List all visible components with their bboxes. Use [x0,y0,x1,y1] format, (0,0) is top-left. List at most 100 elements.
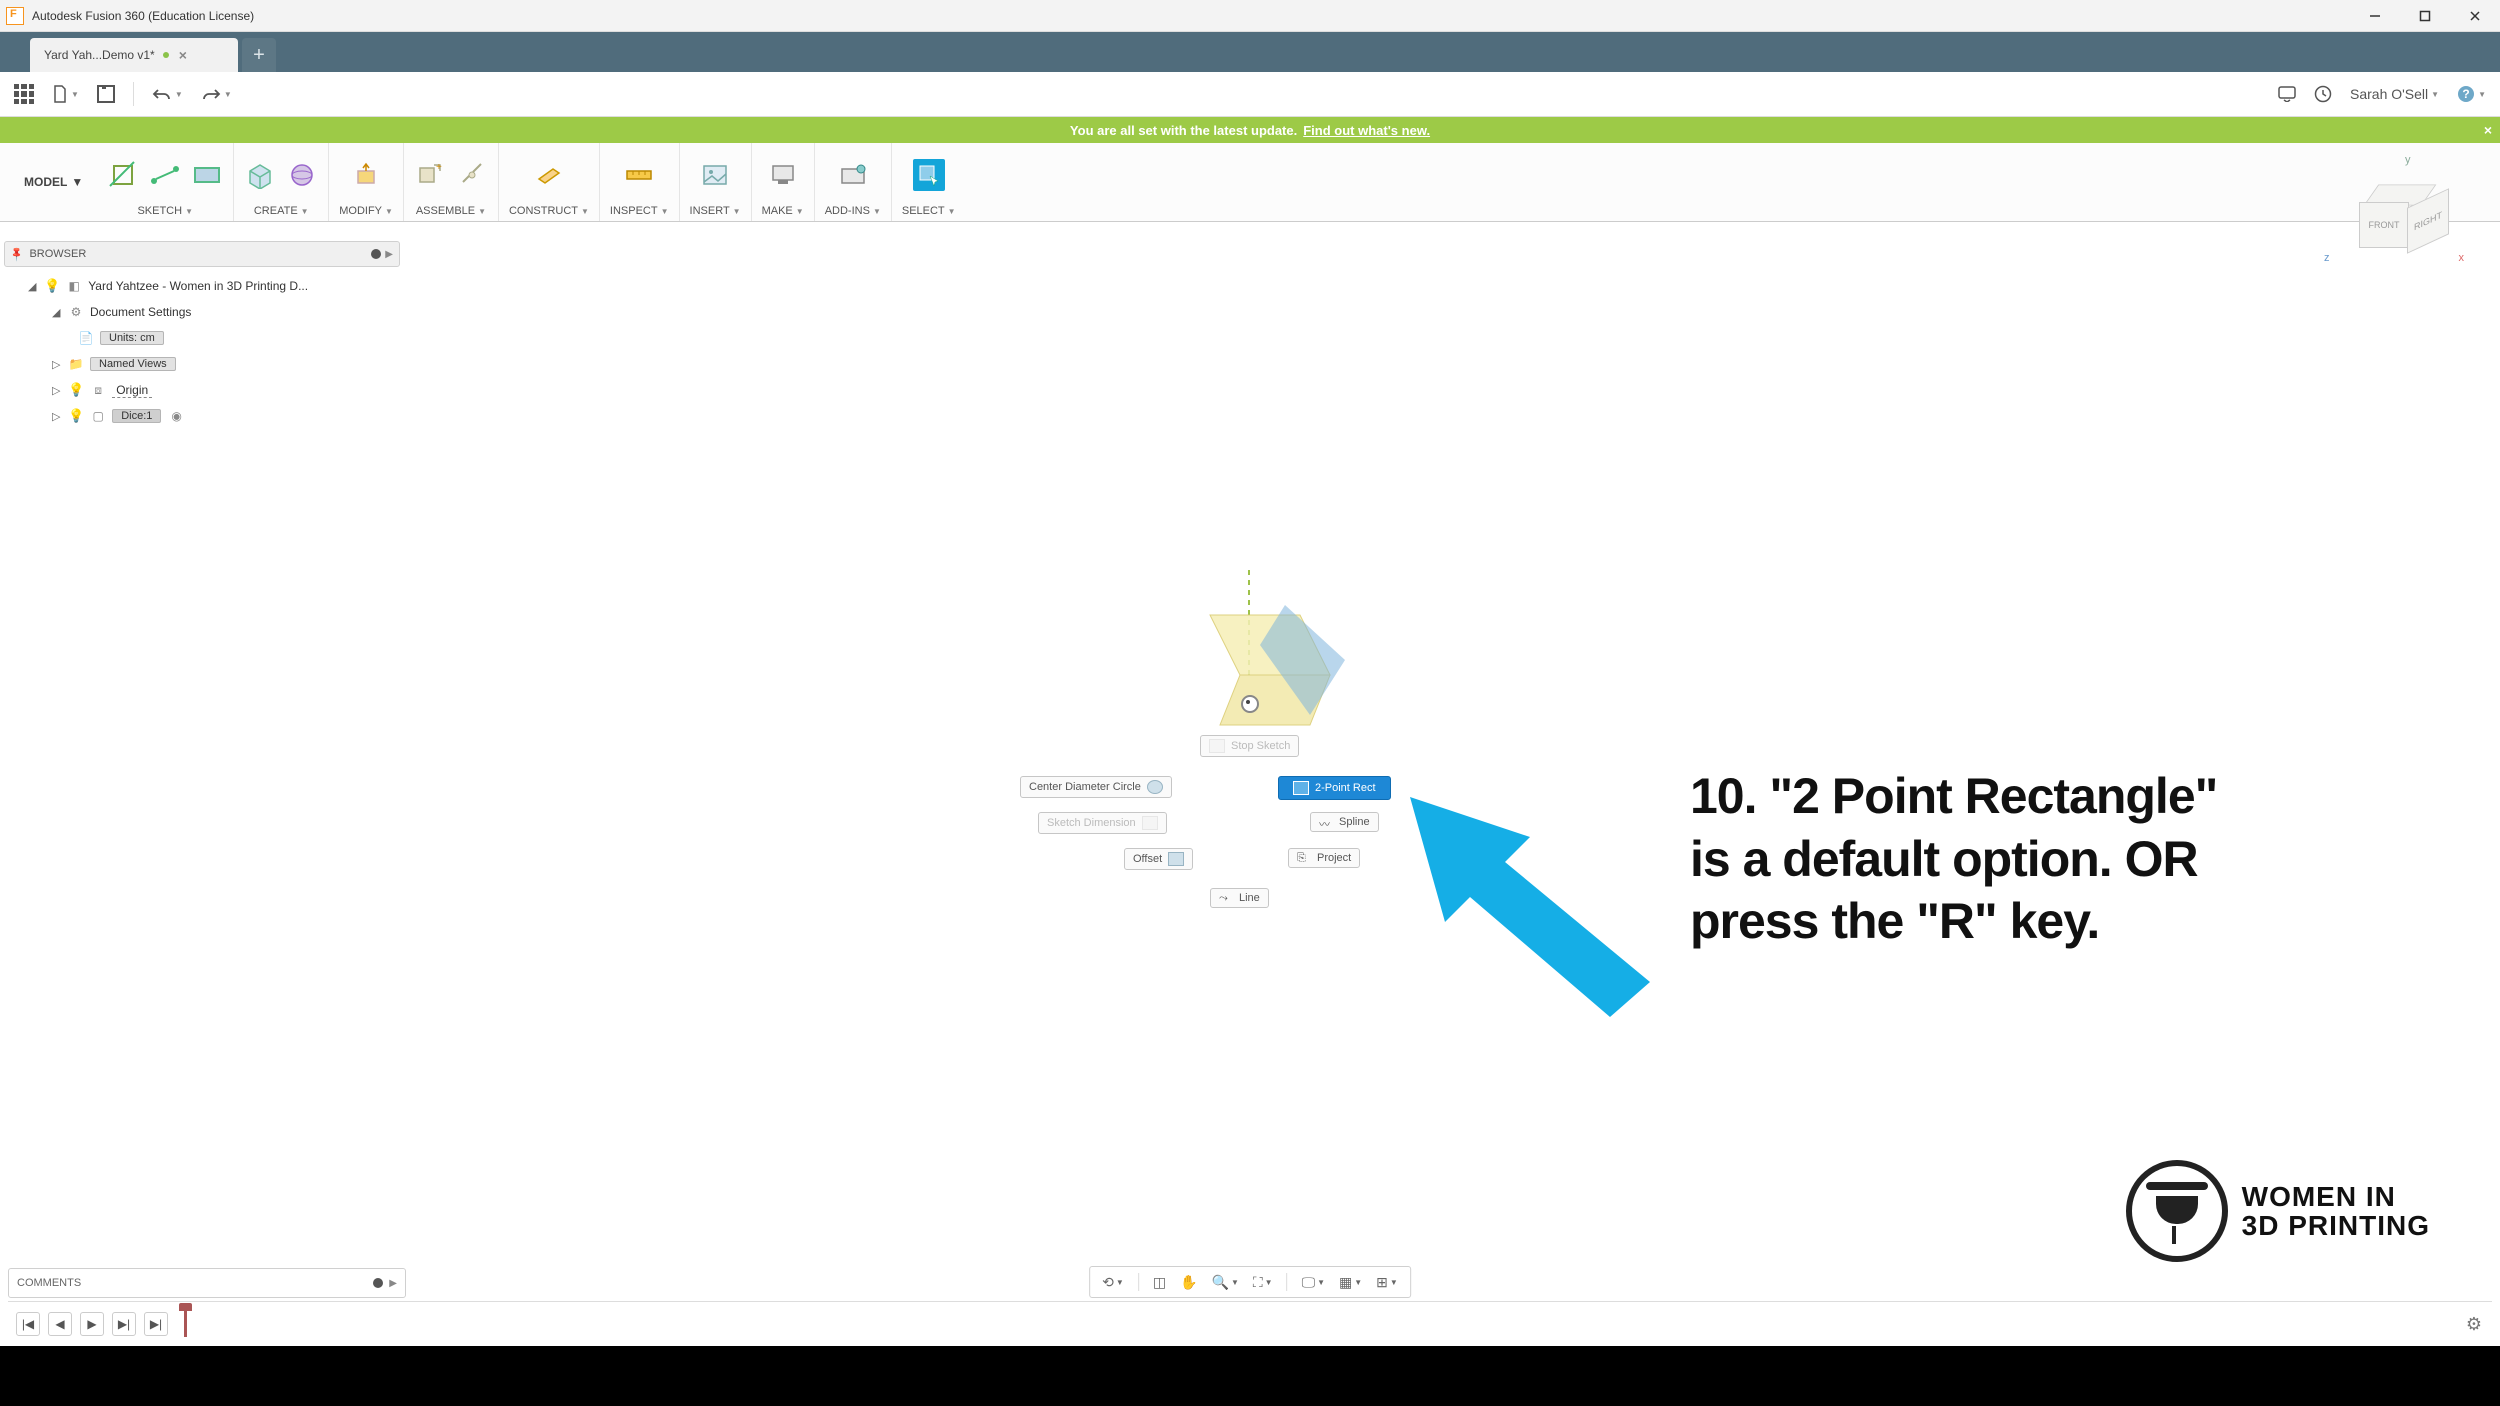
make-3dprint-icon[interactable] [767,159,799,191]
addins-icon[interactable] [837,159,869,191]
ribbon-label-sketch[interactable]: SKETCH▼ [137,205,193,217]
bulb-icon[interactable]: 💡 [68,382,84,398]
redo-button[interactable]: ▼ [201,87,232,101]
active-comp-icon[interactable]: ◉ [171,409,181,423]
document-tab-label: Yard Yah...Demo v1* [44,48,155,62]
annotation-line-2: is a default option. OR [1690,828,2410,891]
select-tool-active[interactable] [913,159,945,191]
timeline-end-button[interactable]: ▶| [144,1312,168,1336]
look-at-button[interactable]: ◫ [1153,1274,1166,1291]
window-close-button[interactable] [2450,0,2500,31]
viewcube-front[interactable]: FRONT [2359,202,2409,248]
tree-units[interactable]: 📄Units: cm [8,325,396,351]
browser-panel: 📌 BROWSER ▶ ◢💡◧Yard Yahtzee - Women in 3… [4,241,400,435]
bulb-icon[interactable]: 💡 [44,278,60,294]
notifications-icon[interactable] [2278,86,2296,102]
ribbon-label-insert[interactable]: INSERT▼ [690,205,741,217]
menu-line[interactable]: ⤳Line [1210,888,1269,908]
job-status-icon[interactable] [2314,85,2332,103]
sketch-rect-icon[interactable] [191,159,223,191]
data-panel-button[interactable] [14,84,34,104]
svg-text:+: + [436,162,442,173]
menu-offset[interactable]: Offset [1124,848,1193,870]
browser-header[interactable]: 📌 BROWSER ▶ [4,241,400,267]
chevron-right-icon[interactable]: ▶ [389,1278,397,1289]
menu-stop-sketch[interactable]: Stop Sketch [1200,735,1299,757]
insert-decal-icon[interactable] [699,159,731,191]
timeline-start-button[interactable]: |◀ [16,1312,40,1336]
save-button[interactable] [97,85,115,103]
timeline-settings-button[interactable]: ⚙ [2466,1314,2482,1335]
browser-collapse-icon[interactable] [371,249,381,259]
timeline-play-button[interactable]: ▶ [80,1312,104,1336]
sketch-create-icon[interactable] [107,159,139,191]
tree-origin[interactable]: ▷💡⧈Origin [8,377,396,403]
annotation-text: 10. "2 Point Rectangle" is a default opt… [1690,765,2410,953]
menu-center-circle-label: Center Diameter Circle [1029,781,1141,793]
new-document-tab-button[interactable]: + [242,38,276,72]
ribbon-label-inspect[interactable]: INSPECT▼ [610,205,669,217]
tree-named-views[interactable]: ▷📁Named Views [8,351,396,377]
window-maximize-button[interactable] [2400,0,2450,31]
menu-2point-rect[interactable]: 2-Point Rect [1278,776,1391,800]
menu-center-circle[interactable]: Center Diameter Circle [1020,776,1172,798]
menu-2point-rect-label: 2-Point Rect [1315,782,1376,794]
create-sphere-icon[interactable] [286,159,318,191]
timeline-marker[interactable] [184,1305,187,1337]
comments-panel[interactable]: COMMENTS ▶ [8,1268,406,1298]
inspect-measure-icon[interactable] [623,159,655,191]
viewport-button[interactable]: ⊞▼ [1376,1274,1398,1291]
timeline-track[interactable] [184,1323,2484,1325]
bulb-icon[interactable]: 💡 [68,408,84,424]
comments-collapse-icon[interactable] [373,1278,383,1288]
chevron-right-icon[interactable]: ▶ [385,249,393,260]
grid-settings-button[interactable]: ▦▼ [1339,1274,1362,1291]
ribbon-label-make[interactable]: MAKE▼ [762,205,804,217]
menu-project[interactable]: ⎘Project [1288,848,1360,868]
browser-title: BROWSER [29,248,86,260]
sketch-line-icon[interactable] [149,159,181,191]
timeline-next-button[interactable]: ▶| [112,1312,136,1336]
assemble-joint-icon[interactable] [456,159,488,191]
ribbon-label-create[interactable]: CREATE▼ [254,205,309,217]
workspace-switcher[interactable]: MODEL▼ [10,143,97,221]
ribbon-label-modify[interactable]: MODIFY▼ [339,205,393,217]
timeline: |◀ ◀ ▶ ▶| ▶| ⚙ [8,1301,2492,1346]
tree-root[interactable]: ◢💡◧Yard Yahtzee - Women in 3D Printing D… [8,273,396,299]
window-minimize-button[interactable] [2350,0,2400,31]
document-tab-active[interactable]: Yard Yah...Demo v1* × [30,38,238,72]
banner-text: You are all set with the latest update. [1070,123,1297,138]
svg-text:?: ? [2462,87,2469,101]
banner-close-button[interactable]: × [2484,122,2492,138]
timeline-prev-button[interactable]: ◀ [48,1312,72,1336]
tree-docsettings[interactable]: ◢⚙Document Settings [8,299,396,325]
display-settings-button[interactable]: 🖵▼ [1302,1274,1325,1291]
file-menu-button[interactable]: ▼ [52,85,79,103]
user-name: Sarah O'Sell [2350,86,2428,102]
comments-label: COMMENTS [17,1277,81,1289]
tab-close-icon[interactable]: × [179,47,187,63]
undo-button[interactable]: ▼ [152,87,183,101]
pan-button[interactable]: ✋ [1180,1274,1197,1291]
menu-spline[interactable]: 〰Spline [1310,812,1379,832]
construct-plane-icon[interactable] [533,159,565,191]
pin-icon[interactable]: 📌 [9,246,26,263]
tree-dice[interactable]: ▷💡▢Dice:1◉ [8,403,396,429]
banner-link[interactable]: Find out what's new. [1303,123,1430,138]
view-cube[interactable]: y FRONT RIGHT z x [2330,160,2460,290]
ribbon-label-assemble[interactable]: ASSEMBLE▼ [416,205,486,217]
zoom-button[interactable]: 🔍▼ [1212,1274,1239,1291]
fit-button[interactable]: ⛶▼ [1253,1274,1273,1291]
help-button[interactable]: ?▼ [2457,85,2486,103]
create-box-icon[interactable] [244,159,276,191]
ribbon-label-addins[interactable]: ADD-INS▼ [825,205,881,217]
menu-sketch-dimension[interactable]: Sketch Dimension [1038,812,1167,834]
ribbon-group-assemble: + ASSEMBLE▼ [404,143,499,221]
user-menu[interactable]: Sarah O'Sell▼ [2350,86,2439,102]
logo-text: WOMEN IN 3D PRINTING [2242,1182,2430,1241]
modify-pressPull-icon[interactable] [350,159,382,191]
ribbon-label-construct[interactable]: CONSTRUCT▼ [509,205,589,217]
assemble-newcomp-icon[interactable]: + [414,159,446,191]
ribbon-label-select[interactable]: SELECT▼ [902,205,956,217]
orbit-button[interactable]: ⟲▼ [1102,1274,1124,1291]
